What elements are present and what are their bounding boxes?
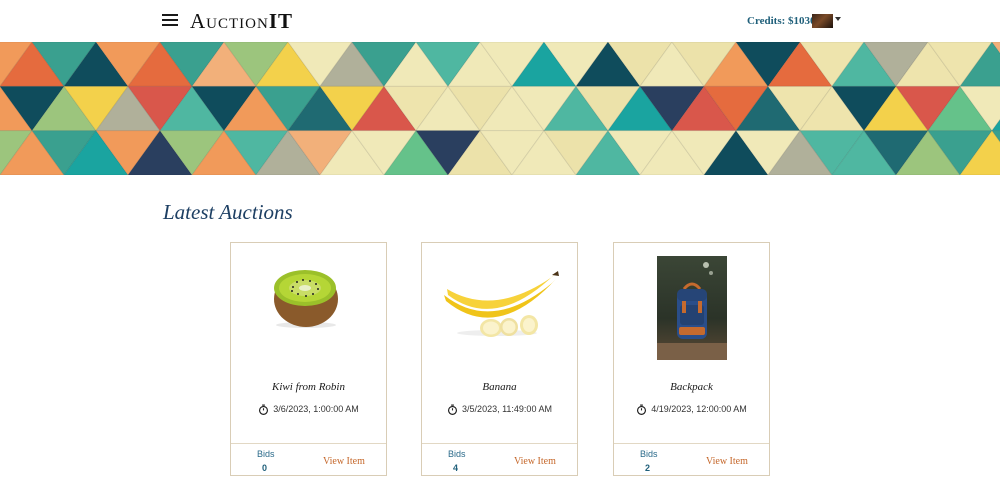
- stopwatch-icon: [448, 404, 458, 415]
- stopwatch-icon: [637, 404, 647, 415]
- auction-title: Backpack: [670, 381, 713, 393]
- hero-banner: [0, 42, 1000, 175]
- auction-card: Kiwi from Robin 3/6/2023, 1:00:00 AM Bid…: [230, 242, 387, 476]
- card-divider: [614, 443, 769, 444]
- view-item-link[interactable]: View Item: [323, 456, 365, 467]
- bids-count: 2: [645, 463, 651, 473]
- card-divider: [422, 443, 577, 444]
- auction-title: Kiwi from Robin: [272, 381, 345, 393]
- top-navbar: AuctionIT Credits: $1030: [0, 0, 1000, 42]
- auction-title: Banana: [482, 381, 517, 393]
- bids-label: Bids: [257, 449, 275, 459]
- view-item-link[interactable]: View Item: [514, 456, 556, 467]
- auction-end-time-text: 4/19/2023, 12:00:00 AM: [651, 404, 747, 414]
- auction-end-time: 3/6/2023, 1:00:00 AM: [231, 404, 386, 415]
- auction-card: Banana 3/5/2023, 11:49:00 AM Bids 4 View…: [421, 242, 578, 476]
- caret-down-icon[interactable]: [835, 17, 841, 21]
- bids-label: Bids: [448, 449, 466, 459]
- stopwatch-icon: [259, 404, 269, 415]
- auction-end-time: 3/5/2023, 11:49:00 AM: [422, 404, 577, 415]
- brand-name-accent: IT: [268, 9, 294, 33]
- brand-logo[interactable]: AuctionIT: [190, 9, 293, 34]
- bids-label: Bids: [640, 449, 658, 459]
- banana-image: [422, 243, 577, 368]
- triangle-pattern-background: [0, 42, 1000, 175]
- auction-end-time-text: 3/5/2023, 11:49:00 AM: [462, 404, 552, 414]
- user-avatar[interactable]: [812, 14, 833, 28]
- brand-name: Auction: [190, 9, 269, 33]
- bids-count: 0: [262, 463, 268, 473]
- auction-end-time: 4/19/2023, 12:00:00 AM: [614, 404, 769, 415]
- view-item-link[interactable]: View Item: [706, 456, 748, 467]
- section-title: Latest Auctions: [163, 200, 293, 224]
- kiwi-image: [231, 243, 386, 368]
- credits-balance: Credits: $1030: [747, 15, 816, 27]
- hamburger-menu-icon[interactable]: [162, 14, 178, 27]
- card-divider: [231, 443, 386, 444]
- backpack-image: [614, 243, 769, 368]
- auction-end-time-text: 3/6/2023, 1:00:00 AM: [273, 404, 359, 414]
- bids-count: 4: [453, 463, 459, 473]
- auction-card: Backpack 4/19/2023, 12:00:00 AM Bids 2 V…: [613, 242, 770, 476]
